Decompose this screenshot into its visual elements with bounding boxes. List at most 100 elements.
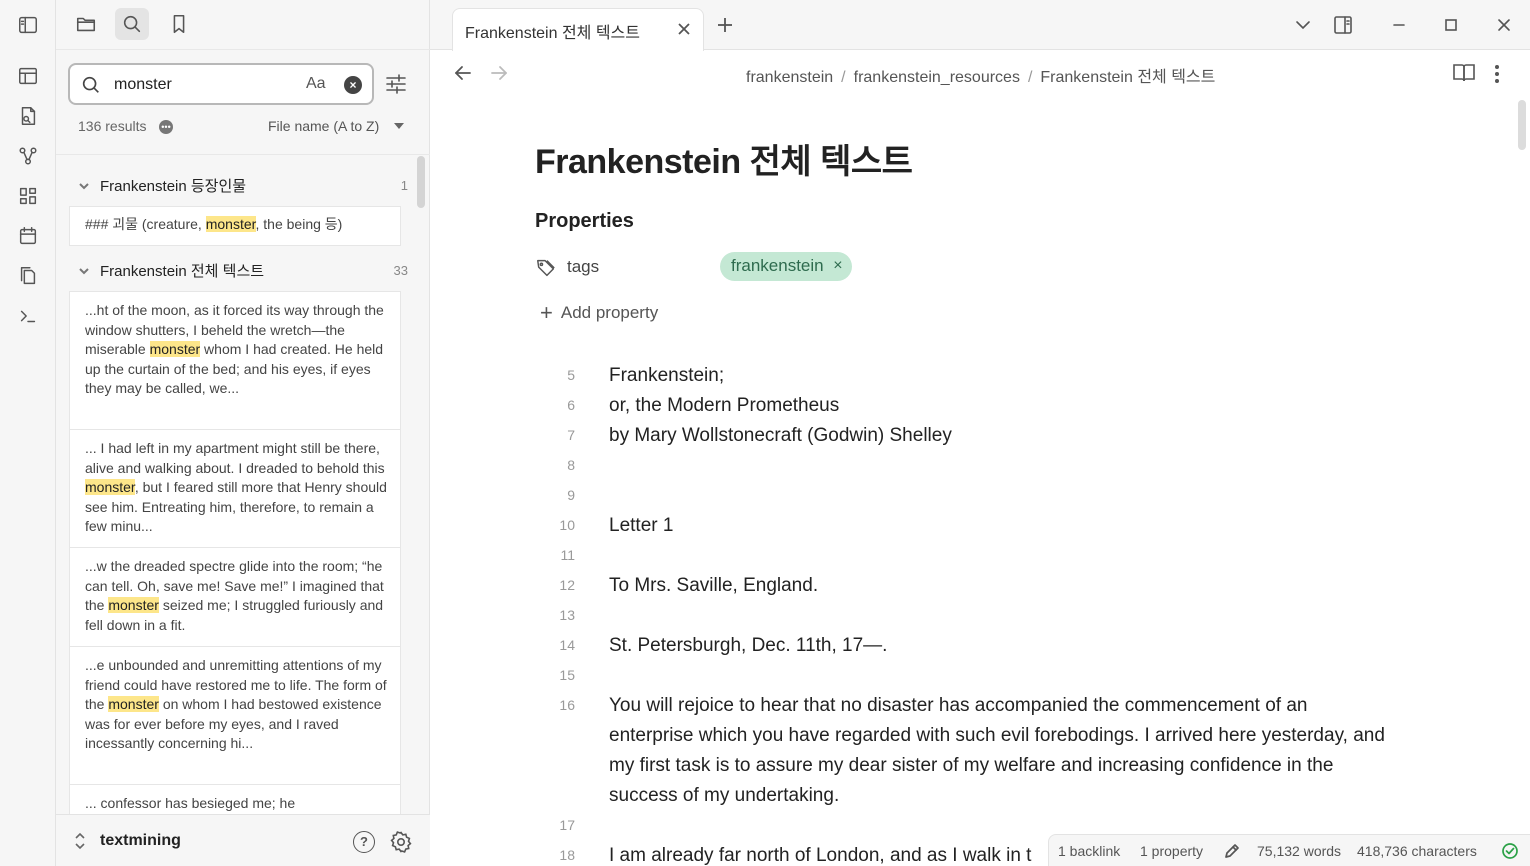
line-text[interactable]: by Mary Wollstonecraft (Godwin) Shelley: [609, 421, 1389, 451]
breadcrumb-item[interactable]: frankenstein: [746, 69, 833, 86]
results-count: 136 results: [78, 118, 147, 134]
tab-files[interactable]: [69, 8, 103, 40]
line-number: 12: [559, 577, 575, 593]
character-count: 418,736 characters: [1357, 843, 1477, 859]
copy-icon[interactable]: [14, 262, 42, 290]
plus-icon: +: [540, 300, 553, 325]
line-number: 16: [559, 697, 575, 713]
right-sidebar-toggle-icon[interactable]: [1332, 14, 1354, 36]
tab-list-chevron-down-icon[interactable]: [1292, 14, 1314, 36]
more-options-icon[interactable]: [1488, 62, 1506, 84]
tab-document[interactable]: Frankenstein 전체 텍스트: [452, 8, 704, 51]
match-text: ... confessor has besieged me; he: [85, 795, 296, 811]
new-note-icon[interactable]: [14, 102, 42, 130]
line-text[interactable]: or, the Modern Prometheus: [609, 391, 1389, 421]
tags-icon: [535, 257, 557, 279]
line-number: 8: [567, 457, 575, 473]
maximize-icon[interactable]: [1440, 14, 1462, 36]
close-icon[interactable]: [675, 20, 693, 38]
line-text[interactable]: You will rejoice to hear that no disaste…: [609, 691, 1389, 811]
remove-tag-icon[interactable]: ×: [833, 252, 842, 279]
document-title[interactable]: Frankenstein 전체 텍스트: [535, 134, 913, 183]
sort-order-select[interactable]: File name (A to Z): [268, 118, 379, 134]
ribbon: [0, 0, 56, 866]
properties-heading[interactable]: Properties: [535, 210, 634, 233]
line-text[interactable]: St. Petersburgh, Dec. 11th, 17—.: [609, 631, 1389, 661]
gear-icon[interactable]: [389, 830, 413, 854]
chevron-down-icon[interactable]: [394, 123, 404, 129]
breadcrumb-item[interactable]: Frankenstein 전체 텍스트: [1040, 69, 1215, 86]
sidebar-tab-bar: [56, 0, 430, 50]
backlink-count[interactable]: 1 backlink: [1058, 843, 1120, 859]
line-number: 18: [559, 847, 575, 863]
tab-bookmarks[interactable]: [162, 8, 196, 40]
property-key[interactable]: tags: [567, 257, 599, 277]
property-row: tags frankenstein ×: [535, 252, 935, 282]
line-number: 6: [567, 397, 575, 413]
forward-arrow-icon[interactable]: [488, 62, 510, 84]
result-match[interactable]: ### 괴물 (creature, monster, the being 등): [69, 206, 401, 246]
add-property-button[interactable]: + Add property: [540, 300, 658, 326]
vault-name[interactable]: textmining: [100, 832, 181, 850]
tag-pill[interactable]: frankenstein ×: [720, 252, 852, 281]
calendar-icon[interactable]: [14, 222, 42, 250]
minimize-icon[interactable]: [1388, 14, 1410, 36]
left-sidebar: Aa × 136 results ••• File name (A to Z) …: [56, 0, 430, 866]
status-bar: 1 backlink 1 property 75,132 words 418,7…: [1048, 834, 1530, 866]
result-group-header[interactable]: Frankenstein 등장인물 1: [78, 172, 418, 198]
match-text: ### 괴물 (creature,: [85, 216, 206, 232]
search-box: Aa ×: [68, 63, 374, 105]
close-window-icon[interactable]: [1493, 14, 1515, 36]
sidebar-scrollbar[interactable]: [417, 156, 425, 208]
vault-switcher-icon[interactable]: [74, 832, 86, 850]
pencil-icon[interactable]: [1223, 842, 1241, 863]
line-number: 14: [559, 637, 575, 653]
result-group-header[interactable]: Frankenstein 전체 텍스트 33: [78, 257, 418, 283]
result-match[interactable]: ...w the dreaded spectre glide into the …: [70, 548, 400, 647]
clear-search-icon[interactable]: ×: [344, 76, 362, 94]
new-tab-icon[interactable]: [714, 14, 736, 36]
line-number: 5: [567, 367, 575, 383]
result-group-title: Frankenstein 등장인물: [100, 177, 247, 195]
match-highlight: monster: [85, 479, 135, 496]
search-settings-icon[interactable]: [384, 72, 408, 96]
sidebar-toggle-icon[interactable]: [14, 11, 42, 39]
line-text[interactable]: Letter 1: [609, 511, 1389, 541]
line-number: 7: [567, 427, 575, 443]
help-icon[interactable]: ?: [353, 831, 375, 853]
breadcrumb-separator: /: [1027, 69, 1033, 86]
dashboard-icon[interactable]: [14, 182, 42, 210]
match-highlight: monster: [108, 696, 159, 713]
sync-status-icon[interactable]: [1501, 842, 1519, 863]
back-arrow-icon[interactable]: [452, 62, 474, 84]
reading-view-icon[interactable]: [1452, 62, 1476, 84]
more-options-icon[interactable]: •••: [159, 120, 173, 134]
folder-icon: [76, 17, 96, 32]
result-match[interactable]: ...ht of the moon, as it forced its way …: [70, 292, 400, 430]
line-number: 13: [559, 607, 575, 623]
match-case-button[interactable]: Aa: [306, 75, 326, 93]
line-number: 15: [559, 667, 575, 683]
property-count[interactable]: 1 property: [1140, 843, 1203, 859]
result-group-count: 1: [400, 177, 408, 193]
result-match[interactable]: ...e unbounded and unremitting attention…: [70, 647, 400, 785]
editor-scrollbar[interactable]: [1518, 100, 1526, 150]
line-text[interactable]: To Mrs. Saville, England.: [609, 571, 1389, 601]
terminal-icon[interactable]: [14, 302, 42, 330]
tab-search[interactable]: [115, 8, 149, 40]
search-input[interactable]: [114, 73, 294, 97]
line-number: 17: [559, 817, 575, 833]
chevron-down-icon[interactable]: [78, 179, 90, 191]
add-property-label: Add property: [560, 303, 659, 322]
graph-view-icon[interactable]: [14, 142, 42, 170]
breadcrumb-item[interactable]: frankenstein_resources: [854, 69, 1020, 86]
result-match[interactable]: ... confessor has besieged me; he: [70, 785, 400, 814]
line-number: 11: [560, 547, 575, 563]
canvas-icon[interactable]: [14, 62, 42, 90]
tab-bar: Frankenstein 전체 텍스트: [430, 0, 1530, 51]
result-match[interactable]: ... I had left in my apartment might sti…: [70, 430, 400, 548]
tag-label: frankenstein: [731, 256, 824, 275]
line-text[interactable]: Frankenstein;: [609, 361, 1389, 391]
search-results: Frankenstein 등장인물 1 ### 괴물 (creature, mo…: [56, 154, 430, 814]
chevron-down-icon[interactable]: [78, 264, 90, 276]
